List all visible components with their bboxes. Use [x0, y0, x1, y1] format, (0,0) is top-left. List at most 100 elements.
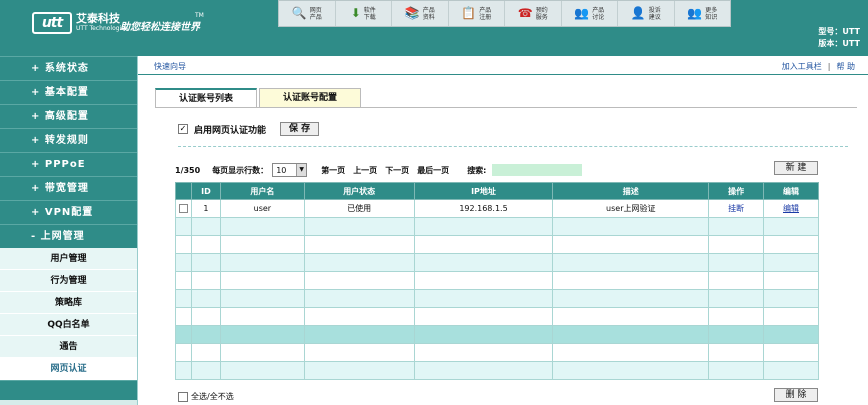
- table-row-empty: [175, 253, 819, 272]
- enable-web-auth-row: ✓ 启用网页认证功能 保 存: [178, 122, 320, 136]
- select-all-label: 全选/全不选: [191, 392, 234, 401]
- download-icon: ⬇: [350, 6, 361, 20]
- tab-account-list[interactable]: 认证账号列表: [155, 88, 257, 107]
- cell-ip: 192.168.1.5: [413, 199, 554, 218]
- hangup-link[interactable]: 挂断: [708, 199, 765, 218]
- phone-icon: ☎: [517, 6, 533, 20]
- tab-divider: [155, 107, 857, 108]
- col-header-username[interactable]: 用户名: [219, 182, 305, 200]
- cell-status: 已使用: [303, 199, 415, 218]
- register-icon: 📋: [461, 6, 477, 20]
- table-row-empty: [175, 271, 819, 290]
- feedback-icon: 👤: [630, 6, 646, 20]
- top-item-product-docs[interactable]: 📚 产品 资料: [392, 1, 449, 26]
- sidebar-sub-policy-lib[interactable]: 策略库: [0, 292, 137, 314]
- select-all-checkbox[interactable]: [178, 391, 188, 402]
- top-item-product-register[interactable]: 📋 产品 注册: [449, 1, 505, 26]
- record-count: 1/350: [175, 165, 201, 175]
- model-line: 型号：UTT: [818, 27, 860, 36]
- book-icon: 📚: [404, 6, 420, 20]
- forum-icon: 👥: [574, 6, 590, 20]
- col-header-id[interactable]: ID: [190, 182, 221, 200]
- table-row-empty: [175, 343, 819, 362]
- top-item-forum[interactable]: 👥 产品 讨论: [562, 1, 618, 26]
- tab-account-config[interactable]: 认证账号配置: [259, 88, 361, 107]
- search-label: 搜索:: [467, 165, 487, 175]
- last-page-link[interactable]: 最后一页: [417, 165, 449, 176]
- top-item-service[interactable]: ☎ 预约 服务: [505, 1, 562, 26]
- search-input[interactable]: [492, 164, 583, 176]
- table-row-empty: [175, 307, 819, 326]
- top-item-software-download[interactable]: ⬇ 软件 下载: [336, 1, 392, 26]
- top-item-knowledge[interactable]: 👥 更多 知识: [675, 1, 731, 26]
- sidebar-item-next[interactable]: [0, 380, 137, 400]
- sidebar-sub-user-mgmt[interactable]: 用户管理: [0, 248, 137, 270]
- tab-bar: 认证账号列表 认证账号配置: [155, 88, 361, 107]
- account-table: ID 用户名 用户状态 IP地址 描述 操作 编辑 1 user 已使用 192…: [175, 182, 819, 380]
- col-header-select: [175, 182, 192, 200]
- per-page-select[interactable]: 10 ▼: [272, 163, 308, 177]
- add-toolbar-link[interactable]: 加入工具栏: [782, 62, 822, 71]
- edit-link[interactable]: 编辑: [763, 199, 819, 218]
- col-header-edit: 编辑: [763, 182, 819, 200]
- delete-button[interactable]: 删 除: [774, 388, 818, 402]
- col-header-status[interactable]: 用户状态: [303, 182, 415, 200]
- pager: 1/350 每页显示行数： 10 ▼ 第一页 上一页 下一页 最后一页 搜索:: [175, 163, 583, 177]
- trademark: TM: [195, 12, 204, 19]
- top-item-feedback[interactable]: 👤 投诉 建议: [618, 1, 675, 26]
- table-row: 1 user 已使用 192.168.1.5 user上网验证 挂断 编辑: [175, 199, 819, 218]
- top-item-web-products[interactable]: 🔍 网页 产品: [279, 1, 336, 26]
- table-row-empty: [175, 217, 819, 236]
- new-button[interactable]: 新 建: [774, 161, 818, 175]
- knowledge-icon: 👥: [687, 6, 703, 20]
- utt-logo: utt: [32, 12, 72, 34]
- cell-desc: user上网验证: [552, 199, 710, 218]
- table-row-empty: [175, 361, 819, 380]
- table-row-empty: [175, 325, 819, 344]
- sidebar-item-advanced-config[interactable]: + 高级配置: [0, 104, 137, 128]
- search-icon: 🔍: [291, 6, 307, 20]
- top-menu: 🔍 网页 产品 ⬇ 软件 下载 📚 产品 资料 📋 产品 注册 ☎ 预约 服务 👥 产品讨…: [278, 0, 731, 27]
- chevron-down-icon: ▼: [296, 164, 307, 176]
- col-header-desc[interactable]: 描述: [552, 182, 710, 200]
- help-link[interactable]: 帮 助: [836, 62, 855, 71]
- sidebar-item-basic-config[interactable]: + 基本配置: [0, 80, 137, 104]
- next-page-link[interactable]: 下一页: [385, 165, 409, 176]
- brand: utt 艾泰科技 UTT Technologies: [32, 12, 128, 34]
- first-page-link[interactable]: 第一页: [321, 165, 345, 176]
- prev-page-link[interactable]: 上一页: [353, 165, 377, 176]
- model-info: 型号：UTT 版本：UTT: [818, 26, 860, 50]
- main-panel: 快速向导 加入工具栏 | 帮 助 认证账号列表 认证账号配置 ✓ 启用网页认证功能 …: [137, 56, 868, 405]
- sidebar-sub-behavior-mgmt[interactable]: 行为管理: [0, 270, 137, 292]
- save-button[interactable]: 保 存: [280, 122, 320, 136]
- toolbar: 快速向导 加入工具栏 | 帮 助: [138, 56, 868, 75]
- cell-username: user: [219, 199, 305, 218]
- header-bar: utt 艾泰科技 UTT Technologies 助您轻松连接世界 TM 🔍 …: [0, 0, 868, 56]
- sidebar-sub-qq-whitelist[interactable]: QQ白名单: [0, 314, 137, 336]
- cell-id: 1: [190, 199, 221, 218]
- toolbar-separator: |: [827, 62, 831, 71]
- slogan: 助您轻松连接世界: [120, 22, 200, 33]
- enable-web-auth-checkbox[interactable]: ✓: [178, 124, 188, 134]
- sidebar-item-forward-rules[interactable]: + 转发规则: [0, 128, 137, 152]
- select-all-row: 全选/全不选: [178, 391, 234, 402]
- sidebar-sub-web-auth[interactable]: 网页认证: [0, 358, 137, 380]
- sidebar-item-pppoe[interactable]: + PPPoE: [0, 152, 137, 176]
- sidebar-item-bandwidth[interactable]: + 带宽管理: [0, 176, 137, 200]
- col-header-ip[interactable]: IP地址: [413, 182, 554, 200]
- table-row-empty: [175, 235, 819, 254]
- sidebar-item-system-status[interactable]: + 系统状态: [0, 56, 137, 80]
- enable-web-auth-label: 启用网页认证功能: [194, 125, 267, 136]
- sidebar-item-vpn[interactable]: + VPN配置: [0, 200, 137, 224]
- row-checkbox[interactable]: [178, 204, 188, 213]
- version-line: 版本：UTT: [818, 39, 860, 48]
- quick-wizard-link[interactable]: 快速向导: [154, 61, 186, 72]
- table-header-row: ID 用户名 用户状态 IP地址 描述 操作 编辑: [175, 182, 819, 200]
- dotted-divider: [178, 146, 848, 147]
- sidebar-item-internet-mgmt[interactable]: - 上网管理: [0, 224, 137, 248]
- col-header-action: 操作: [708, 182, 765, 200]
- table-row-empty: [175, 289, 819, 308]
- per-page-label: 每页显示行数：: [212, 165, 269, 175]
- sidebar: + 系统状态 + 基本配置 + 高级配置 + 转发规则 + PPPoE + 带宽…: [0, 56, 137, 405]
- sidebar-sub-notice[interactable]: 通告: [0, 336, 137, 358]
